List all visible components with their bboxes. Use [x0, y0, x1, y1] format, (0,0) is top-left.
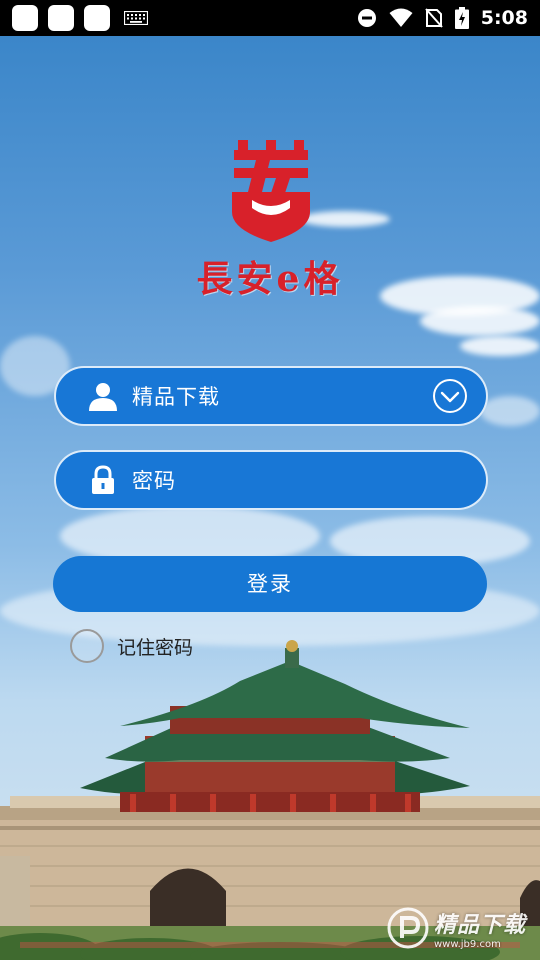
- watermark-url: www.jb9.com: [433, 938, 501, 950]
- watermark-logo-icon: [387, 907, 429, 949]
- battery-icon: [454, 7, 469, 29]
- lock-icon: [92, 465, 114, 494]
- keyboard-icon: [124, 11, 148, 25]
- password-field[interactable]: 密码: [54, 450, 488, 510]
- username-value[interactable]: 精品下载: [132, 381, 432, 411]
- username-field[interactable]: 精品下载: [54, 366, 488, 426]
- app-notification-icon: [84, 5, 110, 31]
- watermark-text: 精品下载: [433, 912, 526, 938]
- chang-an-logo: [232, 140, 310, 242]
- status-bar: 5:08: [0, 0, 540, 36]
- login-button[interactable]: 登录: [53, 556, 487, 612]
- remember-password-option[interactable]: 记住密码: [70, 628, 193, 664]
- password-placeholder[interactable]: 密码: [132, 465, 486, 495]
- status-time: 5:08: [480, 7, 528, 29]
- brand-name: 長安e格: [196, 258, 344, 300]
- remember-password-label: 记住密码: [117, 636, 194, 659]
- app-notification-icon: [12, 5, 38, 31]
- watermark: 精品下载 www.jb9.com: [386, 906, 526, 950]
- chevron-down-icon[interactable]: [432, 378, 468, 414]
- app-notification-icon: [48, 5, 74, 31]
- wifi-icon: [389, 8, 413, 27]
- no-sim-icon: [424, 8, 443, 28]
- status-right-group: 5:08: [357, 0, 528, 36]
- user-icon: [89, 383, 117, 411]
- remember-password-radio[interactable]: [70, 629, 104, 663]
- dnd-icon: [357, 9, 376, 27]
